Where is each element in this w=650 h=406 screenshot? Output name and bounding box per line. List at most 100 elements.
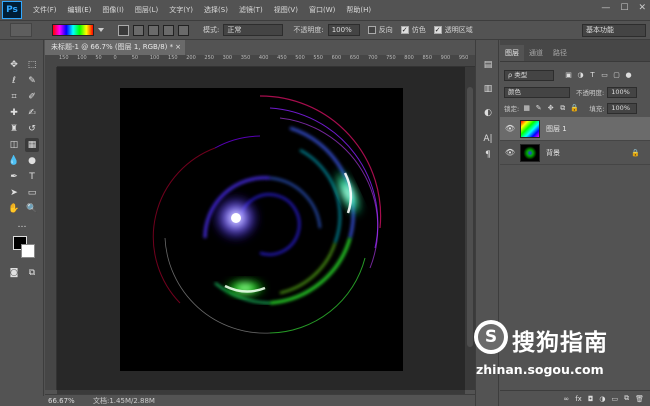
visibility-eye-icon[interactable]: 👁 [504, 124, 516, 133]
gradient-editor-swatch[interactable] [52, 24, 94, 36]
zoom-tool-icon[interactable]: 🔍 [25, 202, 39, 216]
minimize-icon[interactable]: — [601, 3, 610, 13]
character-panel-icon[interactable]: A| [481, 132, 495, 146]
lock-transparent-icon[interactable]: ▦ [522, 104, 531, 113]
lock-all-icon[interactable]: 🔒 [570, 104, 579, 113]
gradient-tool-icon[interactable]: ▦ [25, 138, 39, 152]
ruler-tick-label: 100 [77, 55, 87, 61]
options-bar: 模式: 正常 不透明度: 100% 反向 ✓ 仿色 ✓ 透明区域 基本功能 [0, 20, 650, 40]
tab-paths[interactable]: 路径 [548, 45, 572, 61]
document-tab[interactable]: 未标题-1 @ 66.7% (图层 1, RGB/8) * × [45, 40, 185, 55]
adjustments-panel-icon[interactable]: ◐ [481, 106, 495, 120]
blend-mode-select[interactable]: 颜色 [504, 86, 570, 98]
path-select-tool-icon[interactable]: ➤ [7, 186, 21, 200]
lock-image-icon[interactable]: ✎ [534, 104, 543, 113]
close-icon[interactable]: ✕ [638, 3, 646, 13]
close-document-icon[interactable]: × [175, 40, 181, 55]
reflected-gradient-icon[interactable] [163, 24, 174, 36]
tab-channels[interactable]: 通道 [524, 45, 548, 61]
filter-toggle-icon[interactable]: ● [624, 71, 633, 80]
history-panel-icon[interactable]: ▤ [481, 58, 495, 72]
more-tools-icon[interactable]: … [15, 218, 29, 232]
filter-smart-object-icon[interactable]: ▢ [612, 71, 621, 80]
zoom-level-field[interactable]: 66.67% [45, 397, 75, 405]
lock-position-icon[interactable]: ✥ [546, 104, 555, 113]
opacity-input[interactable]: 100% [327, 24, 360, 36]
mode-select[interactable]: 正常 [223, 24, 284, 36]
layer-name[interactable]: 图层 1 [546, 124, 567, 134]
fill-input[interactable]: 100% [607, 102, 638, 114]
eraser-tool-icon[interactable]: ◫ [7, 138, 21, 152]
gradient-dropdown-icon[interactable] [98, 28, 104, 32]
healing-brush-tool-icon[interactable]: ✚ [7, 106, 21, 120]
background-color-swatch[interactable] [21, 244, 35, 258]
clone-stamp-tool-icon[interactable]: ♜ [7, 122, 21, 136]
lock-artboard-icon[interactable]: ⧉ [558, 104, 567, 113]
watermark-url: zhinan.sogou.com [476, 362, 604, 377]
menu-edit[interactable]: 编辑(E) [68, 5, 92, 15]
move-tool-icon[interactable]: ✥ [7, 58, 21, 72]
menu-select[interactable]: 选择(S) [204, 5, 228, 15]
workspace-select[interactable]: 基本功能 [582, 24, 646, 37]
ruler-tick-label: 200 [186, 55, 196, 61]
tool-preset-picker[interactable] [10, 23, 32, 37]
crop-tool-icon[interactable]: ⌗ [7, 90, 21, 104]
diamond-gradient-icon[interactable] [178, 24, 189, 36]
transparency-checkbox[interactable]: ✓ [433, 26, 442, 34]
paragraph-panel-icon[interactable]: ¶ [481, 148, 495, 162]
fill-label: 填充: [589, 105, 605, 113]
menu-view[interactable]: 视图(V) [274, 5, 298, 15]
filter-shape-icon[interactable]: ▭ [600, 71, 609, 80]
maximize-icon[interactable]: ☐ [620, 3, 628, 13]
dodge-tool-icon[interactable]: ● [25, 154, 39, 168]
layer-opacity-input[interactable]: 100% [607, 86, 638, 98]
menu-file[interactable]: 文件(F) [33, 5, 57, 15]
blur-tool-icon[interactable]: 💧 [7, 154, 21, 168]
menu-filter[interactable]: 滤镜(T) [239, 5, 263, 15]
sogou-logo-mark: S [478, 324, 504, 350]
menu-layer[interactable]: 图层(L) [135, 5, 158, 15]
hand-tool-icon[interactable]: ✋ [7, 202, 21, 216]
screen-mode-icon[interactable]: ⧉ [25, 266, 39, 280]
toolbox: ✥ ⬚ ℓ ✎ ⌗ ✐ ✚ ✍ ♜ ↺ ◫ ▦ 💧 ● ✒ T ➤ ▭ ✋ 🔍 … [0, 40, 44, 396]
menu-type[interactable]: 文字(Y) [169, 5, 193, 15]
shape-tool-icon[interactable]: ▭ [25, 186, 39, 200]
tab-layers[interactable]: 图层 [500, 45, 524, 61]
layer-kind-filter[interactable]: ρ 类型 [504, 69, 554, 81]
filter-type-icon[interactable]: T [588, 71, 597, 80]
visibility-eye-icon[interactable]: 👁 [504, 148, 516, 157]
radial-gradient-icon[interactable] [133, 24, 144, 36]
document-size-info[interactable]: 文档:1.45M/2.88M [93, 396, 155, 406]
marquee-tool-icon[interactable]: ⬚ [25, 58, 39, 72]
angle-gradient-icon[interactable] [148, 24, 159, 36]
menu-help[interactable]: 帮助(H) [346, 5, 371, 15]
quick-select-tool-icon[interactable]: ✎ [25, 74, 39, 88]
vertical-scroll-thumb[interactable] [467, 87, 473, 347]
brush-tool-icon[interactable]: ✍ [25, 106, 39, 120]
layer-filter-row: ρ 类型 ▣ ◑ T ▭ ▢ ● [500, 68, 650, 82]
history-brush-tool-icon[interactable]: ↺ [25, 122, 39, 136]
filter-pixel-icon[interactable]: ▣ [564, 71, 573, 80]
layer-row-background[interactable]: 👁 背景 🔒 [500, 141, 650, 165]
eyedropper-tool-icon[interactable]: ✐ [25, 90, 39, 104]
lasso-tool-icon[interactable]: ℓ [7, 74, 21, 88]
linear-gradient-icon[interactable] [118, 24, 129, 36]
ruler-tick-label: 150 [168, 55, 178, 61]
ruler-tick-label: 300 [222, 55, 233, 61]
sogou-watermark: S 搜狗指南 zhinan.sogou.com [470, 318, 640, 398]
pen-tool-icon[interactable]: ✒ [7, 170, 21, 184]
reverse-checkbox[interactable] [367, 26, 376, 34]
menu-image[interactable]: 图像(I) [102, 5, 124, 15]
ruler-tick-label: 250 [204, 55, 214, 61]
type-tool-icon[interactable]: T [25, 170, 39, 184]
properties-panel-icon[interactable]: ▥ [481, 82, 495, 96]
filter-adjustment-icon[interactable]: ◑ [576, 71, 585, 80]
window-controls: — ☐ ✕ [601, 3, 646, 13]
layer-name[interactable]: 背景 [546, 148, 560, 158]
document-canvas[interactable] [120, 88, 403, 371]
menu-window[interactable]: 窗口(W) [309, 5, 335, 15]
quick-mask-icon[interactable]: ◙ [7, 266, 21, 280]
dither-checkbox[interactable]: ✓ [400, 26, 409, 34]
layer-row-layer1[interactable]: 👁 图层 1 [500, 117, 650, 141]
ruler-corner [45, 55, 57, 67]
